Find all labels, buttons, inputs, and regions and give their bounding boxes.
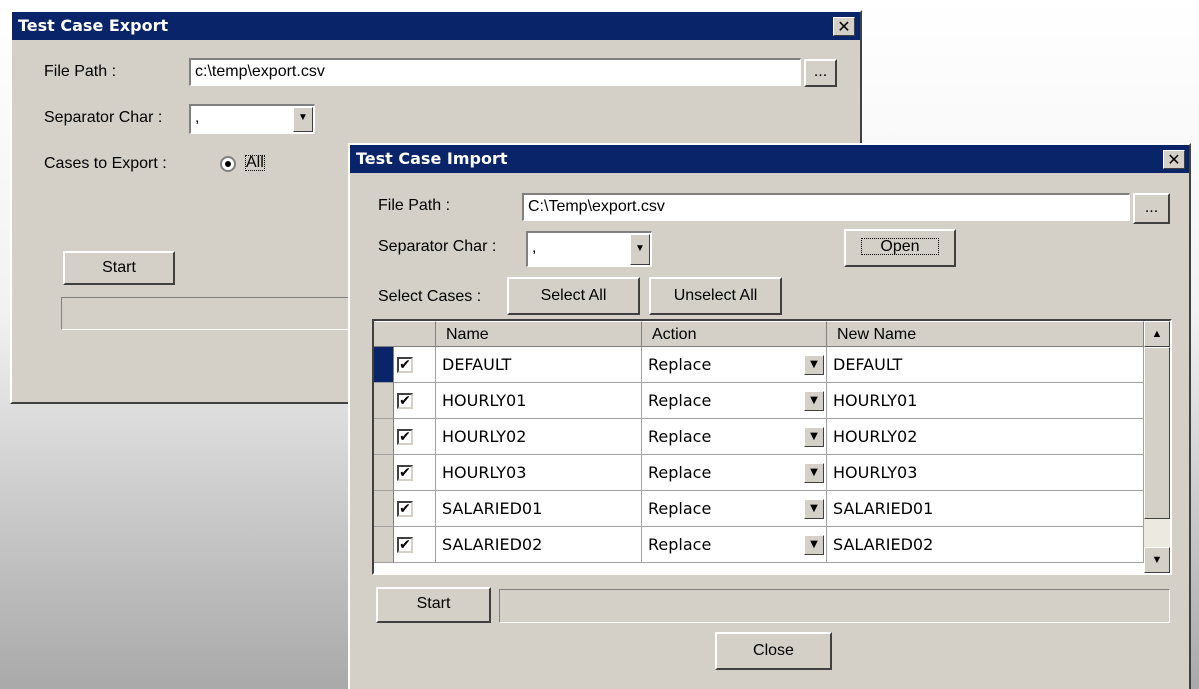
scroll-up-icon[interactable]: ▲ — [1144, 321, 1170, 347]
import-separator-label: Separator Char : — [378, 238, 497, 255]
row-checkbox-cell: ✔ — [394, 455, 436, 491]
import-start-button[interactable]: Start — [376, 587, 491, 623]
export-close-icon[interactable]: ✕ — [833, 17, 855, 36]
chevron-down-icon[interactable]: ▼ — [293, 107, 313, 132]
import-file-path-input[interactable]: C:\Temp\export.csv — [522, 193, 1130, 221]
cell-action[interactable]: Replace ▼ — [642, 527, 827, 563]
table-row[interactable]: ✔ SALARIED02 Replace ▼ SALARIED02 — [374, 527, 1144, 563]
select-all-button[interactable]: Select All — [507, 277, 640, 315]
row-header[interactable] — [374, 383, 394, 419]
cell-name[interactable]: HOURLY01 — [436, 383, 642, 419]
export-separator-label: Separator Char : — [44, 109, 163, 126]
cell-name[interactable]: HOURLY03 — [436, 455, 642, 491]
column-header-action[interactable]: Action — [642, 321, 827, 347]
row-header[interactable] — [374, 491, 394, 527]
row-checkbox-cell: ✔ — [394, 527, 436, 563]
row-header[interactable] — [374, 419, 394, 455]
cell-new-name[interactable]: DEFAULT — [827, 347, 1144, 383]
import-browse-button[interactable]: ... — [1133, 193, 1170, 224]
chevron-down-icon[interactable]: ▼ — [804, 391, 824, 411]
cell-new-name[interactable]: HOURLY01 — [827, 383, 1144, 419]
export-progress-bar — [61, 297, 381, 330]
grid-header: Name Action New Name — [374, 321, 1144, 347]
cell-action[interactable]: Replace ▼ — [642, 347, 827, 383]
row-checkbox-cell: ✔ — [394, 419, 436, 455]
row-checkbox-cell: ✔ — [394, 383, 436, 419]
import-open-button[interactable]: Open — [844, 229, 956, 267]
select-cases-label: Select Cases : — [378, 288, 482, 305]
checkbox[interactable]: ✔ — [397, 429, 413, 445]
chevron-down-icon[interactable]: ▼ — [804, 499, 824, 519]
cell-new-name[interactable]: SALARIED02 — [827, 527, 1144, 563]
import-titlebar[interactable]: Test Case Import — [350, 145, 1189, 173]
cell-new-name[interactable]: SALARIED01 — [827, 491, 1144, 527]
row-header-selected[interactable] — [374, 347, 394, 383]
export-titlebar[interactable]: Test Case Export — [12, 12, 860, 40]
export-radio-all[interactable] — [220, 156, 236, 172]
export-radio-all-label[interactable]: All — [242, 152, 268, 174]
grid-vertical-scrollbar[interactable]: ▲ ▼ — [1144, 321, 1170, 573]
column-header-new-name[interactable]: New Name — [827, 321, 1144, 347]
checkbox[interactable]: ✔ — [397, 465, 413, 481]
import-separator-value: , — [532, 239, 537, 256]
export-file-path-label: File Path : — [44, 63, 117, 80]
import-separator-select[interactable]: , ▼ — [526, 231, 652, 267]
grid-header-corner — [374, 321, 436, 347]
cell-name[interactable]: SALARIED02 — [436, 527, 642, 563]
cases-grid[interactable]: Name Action New Name ✔ DEFAULT Replace ▼… — [372, 319, 1172, 575]
export-title: Test Case Export — [18, 16, 169, 35]
unselect-all-button[interactable]: Unselect All — [649, 277, 782, 315]
cell-action-value: Replace — [648, 535, 712, 554]
row-checkbox-cell: ✔ — [394, 347, 436, 383]
cell-action-value: Replace — [648, 391, 712, 410]
import-file-path-label: File Path : — [378, 197, 451, 214]
cell-name[interactable]: SALARIED01 — [436, 491, 642, 527]
export-separator-value: , — [195, 109, 200, 126]
export-file-path-input[interactable]: c:\temp\export.csv — [189, 58, 801, 86]
table-row[interactable]: ✔ HOURLY02 Replace ▼ HOURLY02 — [374, 419, 1144, 455]
table-row[interactable]: ✔ HOURLY01 Replace ▼ HOURLY01 — [374, 383, 1144, 419]
chevron-down-icon[interactable]: ▼ — [804, 463, 824, 483]
chevron-down-icon[interactable]: ▼ — [804, 355, 824, 375]
scroll-down-icon[interactable]: ▼ — [1144, 547, 1170, 573]
cell-action-value: Replace — [648, 355, 712, 374]
export-browse-button[interactable]: ... — [804, 59, 837, 87]
import-close-icon[interactable]: ✕ — [1163, 150, 1185, 169]
table-row[interactable]: ✔ HOURLY03 Replace ▼ HOURLY03 — [374, 455, 1144, 491]
cell-action-value: Replace — [648, 463, 712, 482]
chevron-down-icon[interactable]: ▼ — [630, 234, 650, 265]
import-progress-bar — [499, 589, 1170, 623]
chevron-down-icon[interactable]: ▼ — [804, 535, 824, 555]
cell-action[interactable]: Replace ▼ — [642, 419, 827, 455]
checkbox[interactable]: ✔ — [397, 537, 413, 553]
cell-new-name[interactable]: HOURLY02 — [827, 419, 1144, 455]
scrollbar-thumb[interactable] — [1144, 347, 1170, 519]
import-close-button[interactable]: Close — [715, 632, 832, 670]
cell-action-value: Replace — [648, 499, 712, 518]
checkbox[interactable]: ✔ — [397, 393, 413, 409]
import-title: Test Case Import — [356, 149, 508, 168]
cell-action[interactable]: Replace ▼ — [642, 491, 827, 527]
cell-new-name[interactable]: HOURLY03 — [827, 455, 1144, 491]
column-header-name[interactable]: Name — [436, 321, 642, 347]
export-start-button[interactable]: Start — [63, 251, 175, 285]
cell-name[interactable]: HOURLY02 — [436, 419, 642, 455]
cell-action[interactable]: Replace ▼ — [642, 383, 827, 419]
table-row[interactable]: ✔ DEFAULT Replace ▼ DEFAULT — [374, 347, 1144, 383]
cell-action[interactable]: Replace ▼ — [642, 455, 827, 491]
radio-selected-icon — [225, 161, 231, 167]
row-checkbox-cell: ✔ — [394, 491, 436, 527]
table-row[interactable]: ✔ SALARIED01 Replace ▼ SALARIED01 — [374, 491, 1144, 527]
export-separator-select[interactable]: , ▼ — [189, 104, 315, 134]
checkbox[interactable]: ✔ — [397, 357, 413, 373]
checkbox[interactable]: ✔ — [397, 501, 413, 517]
import-open-label: Open — [858, 235, 941, 258]
row-header[interactable] — [374, 455, 394, 491]
export-cases-label: Cases to Export : — [44, 155, 167, 172]
cell-name[interactable]: DEFAULT — [436, 347, 642, 383]
chevron-down-icon[interactable]: ▼ — [804, 427, 824, 447]
cell-action-value: Replace — [648, 427, 712, 446]
row-header[interactable] — [374, 527, 394, 563]
